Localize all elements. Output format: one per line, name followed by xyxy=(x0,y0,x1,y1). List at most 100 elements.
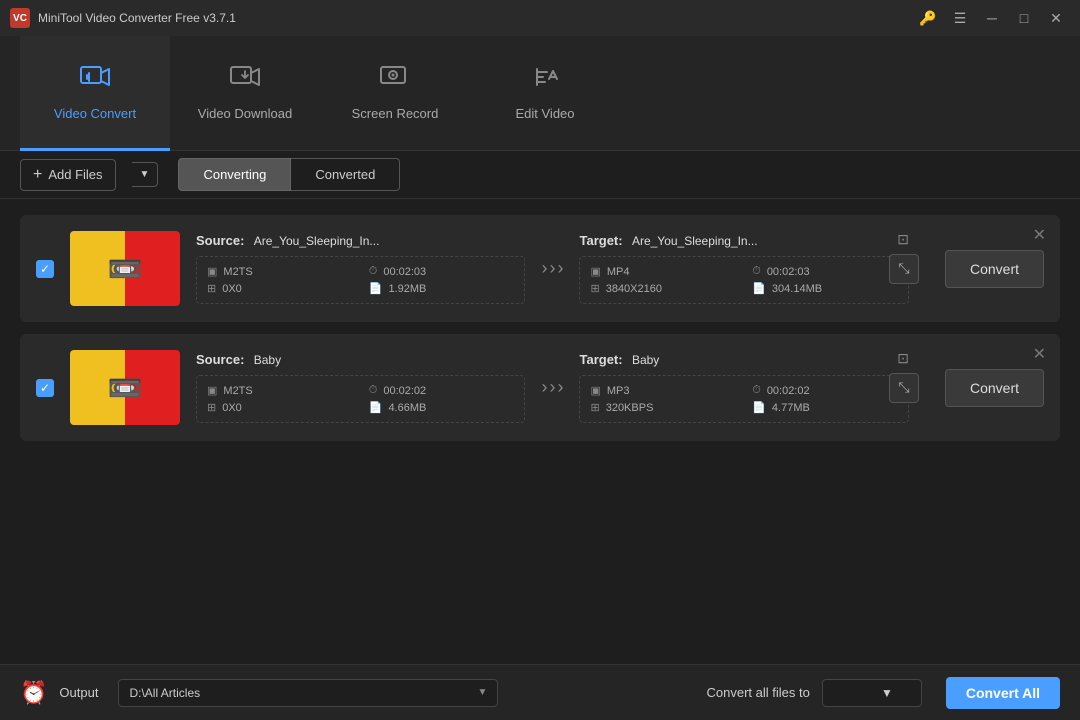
target-duration-2: ⏱ 00:02:02 xyxy=(752,384,898,397)
target-duration-1: ⏱ 00:02:03 xyxy=(752,265,898,278)
t-format-icon-1: ▣ xyxy=(590,265,600,278)
close-card-1-button[interactable]: ✕ xyxy=(1033,225,1046,245)
target-resolution-1: ⊞ 3840X2160 xyxy=(590,282,736,295)
nav-tab-edit-video[interactable]: Edit Video xyxy=(470,36,620,151)
main-content: ✕ ✓ 📼 Source: Are_You_Sleeping_In... ▣ M… xyxy=(0,199,1080,664)
arrows-2: › › › xyxy=(541,377,563,398)
output-path-selector[interactable]: D:\All Articles ▼ xyxy=(118,679,498,707)
t-duration-icon-1: ⏱ xyxy=(752,265,761,278)
convert-all-format-select[interactable]: ▼ xyxy=(822,679,922,707)
target-meta-2: ▣ MP3 ⏱ 00:02:02 ⊞ 320KBPS 📄 4.77MB xyxy=(579,375,908,423)
source-size-1: 📄 1.92MB xyxy=(369,282,515,295)
target-label-1: Target: Are_You_Sleeping_In... xyxy=(579,233,908,248)
titlebar-controls: 🔑 ☰ ─ □ ✕ xyxy=(914,8,1070,28)
edit-video-icon xyxy=(529,63,561,98)
close-button[interactable]: ✕ xyxy=(1042,8,1070,28)
source-meta-2: ▣ M2TS ⏱ 00:02:02 ⊞ 0X0 📄 4.66MB xyxy=(196,375,525,423)
convert-1-button[interactable]: Convert xyxy=(945,250,1044,288)
file-info-1: Source: Are_You_Sleeping_In... ▣ M2TS ⏱ … xyxy=(196,233,909,304)
t-size-icon-1: 📄 xyxy=(752,282,766,295)
menu-button[interactable]: ☰ xyxy=(946,8,974,28)
convert-all-button[interactable]: Convert All xyxy=(946,677,1060,709)
source-meta-1: ▣ M2TS ⏱ 00:02:03 ⊞ 0X0 📄 1.92MB xyxy=(196,256,525,304)
thumb-icon-1: 📼 xyxy=(108,252,143,285)
nav-label-edit-video: Edit Video xyxy=(515,106,574,121)
target-filename-2: Baby xyxy=(632,353,659,367)
target-edit-1-button[interactable]: ⊡ xyxy=(897,231,909,248)
tab-converted[interactable]: Converted xyxy=(291,158,400,191)
nav-bar: Video Convert Video Download Screen Reco… xyxy=(0,36,1080,151)
thumb-icon-2: 📼 xyxy=(108,371,143,404)
convert-all-files-label: Convert all files to xyxy=(707,685,810,700)
checkbox-1[interactable]: ✓ xyxy=(36,260,54,278)
nav-label-screen-record: Screen Record xyxy=(352,106,439,121)
screen-record-icon xyxy=(379,63,411,98)
source-block-2: Source: Baby ▣ M2TS ⏱ 00:02:02 ⊞ 0X0 xyxy=(196,352,525,423)
file-card-1: ✕ ✓ 📼 Source: Are_You_Sleeping_In... ▣ M… xyxy=(20,215,1060,322)
target-resize-2-button[interactable]: ⤡ xyxy=(889,373,919,403)
source-size-2: 📄 4.66MB xyxy=(369,401,515,414)
target-resize-1-button[interactable]: ⤡ xyxy=(889,254,919,284)
target-block-2: ⊡ Target: Baby ▣ MP3 ⏱ 00:02:02 ⊞ xyxy=(579,352,908,423)
source-block-1: Source: Are_You_Sleeping_In... ▣ M2TS ⏱ … xyxy=(196,233,525,304)
app-title: MiniTool Video Converter Free v3.7.1 xyxy=(38,11,236,25)
source-label-1: Source: Are_You_Sleeping_In... xyxy=(196,233,525,248)
video-convert-icon xyxy=(79,63,111,98)
output-label: Output xyxy=(59,685,98,700)
key-button[interactable]: 🔑 xyxy=(914,8,942,28)
titlebar: VC MiniTool Video Converter Free v3.7.1 … xyxy=(0,0,1080,36)
t-duration-icon-2: ⏱ xyxy=(752,384,761,397)
minimize-button[interactable]: ─ xyxy=(978,8,1006,28)
t-size-icon-2: 📄 xyxy=(752,401,766,414)
t-resolution-icon-1: ⊞ xyxy=(590,282,599,295)
output-path-text: D:\All Articles xyxy=(129,686,200,700)
add-files-button[interactable]: + Add Files xyxy=(20,159,116,191)
add-files-dropdown[interactable]: ▼ xyxy=(132,162,159,187)
maximize-button[interactable]: □ xyxy=(1010,8,1038,28)
arrows-1: › › › xyxy=(541,258,563,279)
target-label-2: Target: Baby xyxy=(579,352,908,367)
close-card-2-button[interactable]: ✕ xyxy=(1033,344,1046,364)
duration-icon-1: ⏱ xyxy=(369,265,378,278)
arrow-block-1: › › › xyxy=(525,258,579,279)
nav-tab-screen-record[interactable]: Screen Record xyxy=(320,36,470,151)
t-format-icon-2: ▣ xyxy=(590,384,600,397)
thumbnail-2: 📼 xyxy=(70,350,180,425)
video-download-icon xyxy=(229,63,261,98)
bottom-bar: ⏰ Output D:\All Articles ▼ Convert all f… xyxy=(0,664,1080,720)
sub-tabs-bar: + Add Files ▼ Converting Converted xyxy=(0,151,1080,199)
file-info-2: Source: Baby ▣ M2TS ⏱ 00:02:02 ⊞ 0X0 xyxy=(196,352,909,423)
target-meta-1: ▣ MP4 ⏱ 00:02:03 ⊞ 3840X2160 📄 304.14MB xyxy=(579,256,908,304)
convert-2-button[interactable]: Convert xyxy=(945,369,1044,407)
arrow-chevron-1a: › xyxy=(541,258,547,279)
app-icon: VC xyxy=(10,8,30,28)
arrow-chevron-2b: › xyxy=(549,377,555,398)
thumbnail-1: 📼 xyxy=(70,231,180,306)
convert-all-dropdown-icon: ▼ xyxy=(881,686,893,700)
nav-tab-video-convert[interactable]: Video Convert xyxy=(20,36,170,151)
resolution-icon-1: ⊞ xyxy=(207,282,216,295)
add-files-label: Add Files xyxy=(48,167,102,182)
checkbox-2[interactable]: ✓ xyxy=(36,379,54,397)
titlebar-left: VC MiniTool Video Converter Free v3.7.1 xyxy=(10,8,236,28)
add-files-plus-icon: + xyxy=(33,166,42,184)
tab-converting[interactable]: Converting xyxy=(178,158,291,191)
target-format-1: ▣ MP4 xyxy=(590,265,736,278)
target-edit-2-button[interactable]: ⊡ xyxy=(897,350,909,367)
nav-tab-video-download[interactable]: Video Download xyxy=(170,36,320,151)
target-format-2: ▣ MP3 xyxy=(590,384,736,397)
arrow-chevron-2c: › xyxy=(557,377,563,398)
size-icon-2: 📄 xyxy=(369,401,383,414)
source-resolution-1: ⊞ 0X0 xyxy=(207,282,353,295)
target-size-2: 📄 4.77MB xyxy=(752,401,898,414)
size-icon-1: 📄 xyxy=(369,282,383,295)
source-format-2: ▣ M2TS xyxy=(207,384,353,397)
arrow-chevron-1b: › xyxy=(549,258,555,279)
t-resolution-icon-2: ⊞ xyxy=(590,401,599,414)
target-filename-1: Are_You_Sleeping_In... xyxy=(632,234,758,248)
source-label-2: Source: Baby xyxy=(196,352,525,367)
duration-icon-2: ⏱ xyxy=(369,384,378,397)
target-resolution-2: ⊞ 320KBPS xyxy=(590,401,736,414)
source-resolution-2: ⊞ 0X0 xyxy=(207,401,353,414)
format-icon-2: ▣ xyxy=(207,384,217,397)
